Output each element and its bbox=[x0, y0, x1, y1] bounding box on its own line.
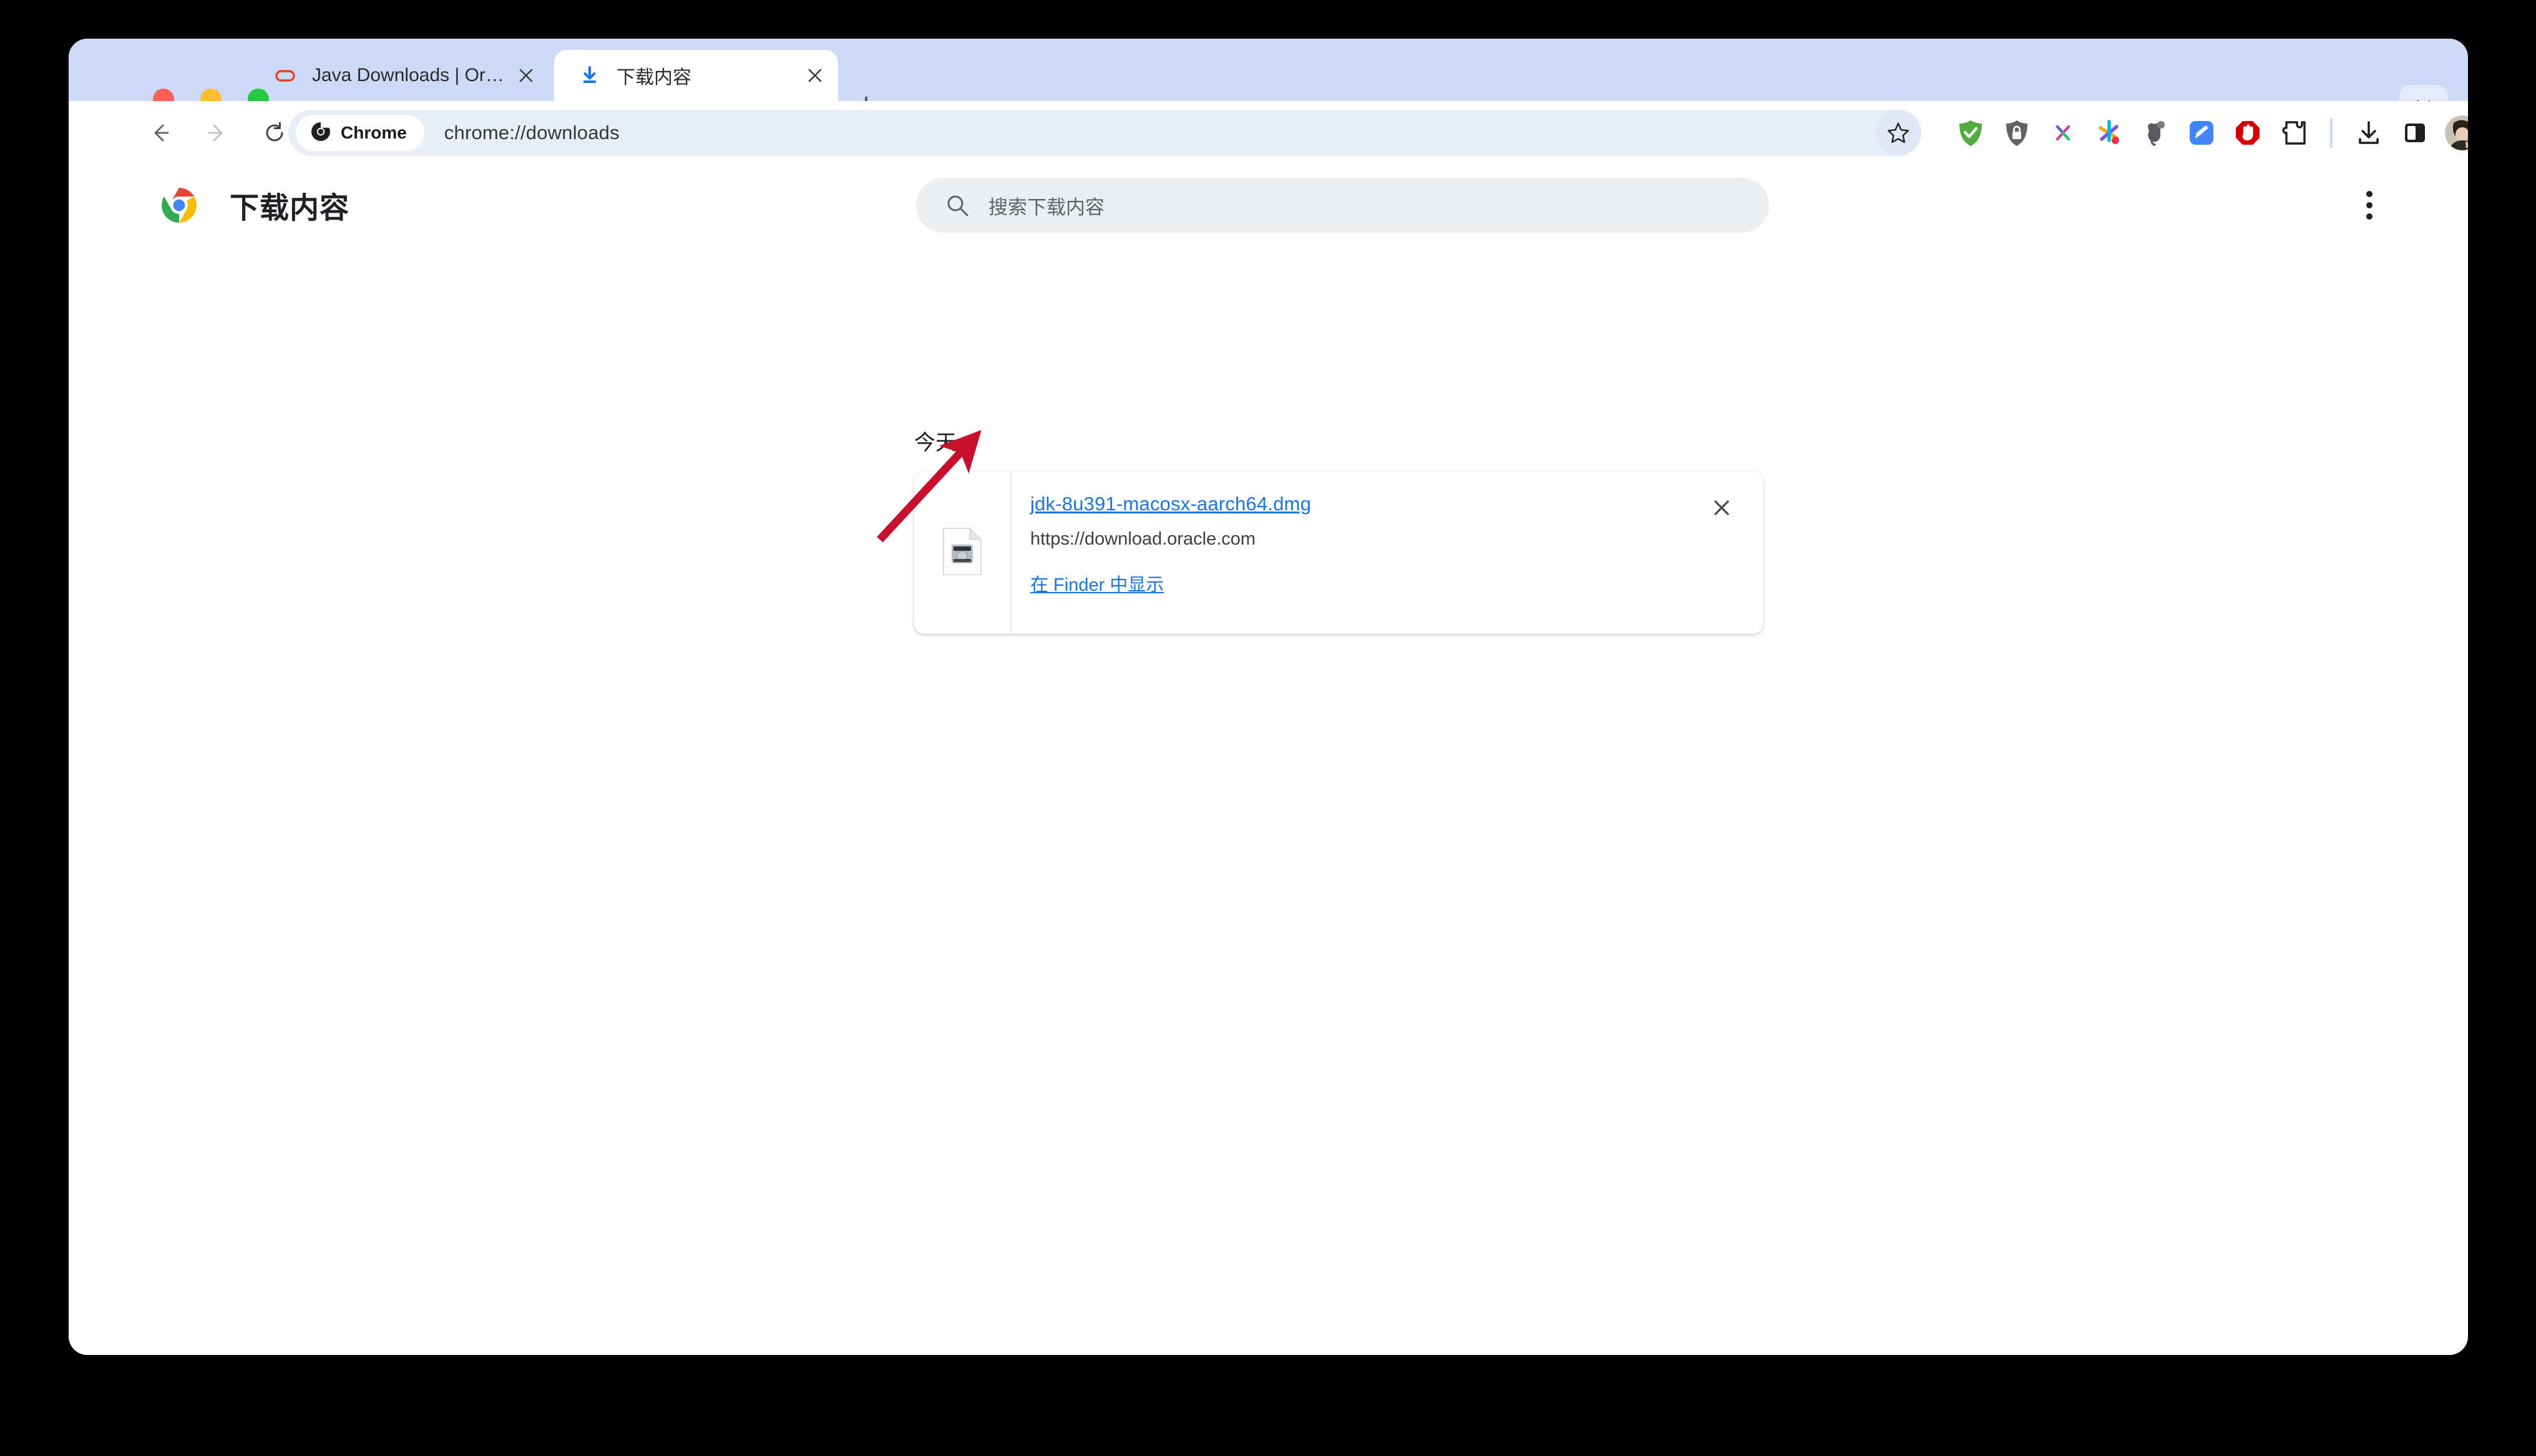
back-button[interactable] bbox=[136, 109, 183, 157]
back-arrow-icon bbox=[154, 124, 169, 142]
adblock-stop-hand-icon[interactable] bbox=[2231, 117, 2264, 149]
chrome-origin-chip[interactable]: Chrome bbox=[296, 115, 424, 151]
star-icon bbox=[1888, 122, 1909, 143]
privacy-lock-shield-icon[interactable] bbox=[2001, 117, 2033, 149]
search-placeholder: 搜索下载内容 bbox=[988, 196, 1105, 218]
oracle-favicon bbox=[273, 64, 297, 87]
remove-download-button[interactable] bbox=[1703, 489, 1740, 527]
download-item-details: jdk-8u391-macosx-aarch64.dmg https://dow… bbox=[1012, 472, 1763, 634]
downloads-more-menu-button[interactable] bbox=[2352, 187, 2387, 224]
tab-java-downloads-oracle[interactable]: Java Downloads | Oracle bbox=[250, 50, 549, 101]
tab-close-icon[interactable] bbox=[512, 61, 540, 90]
tab-strip: Java Downloads | Oracle 下载内容 bbox=[69, 39, 2468, 124]
forward-button[interactable] bbox=[193, 109, 241, 157]
x-letter-icon[interactable] bbox=[2047, 117, 2079, 149]
reload-icon bbox=[266, 122, 283, 142]
chrome-chip-label: Chrome bbox=[341, 123, 407, 142]
puzzle-extensions-icon[interactable] bbox=[2278, 117, 2310, 149]
asterisk-icon[interactable] bbox=[2093, 117, 2125, 149]
search-downloads-input[interactable]: 搜索下载内容 bbox=[916, 178, 1769, 233]
browser-toolbar: Chrome chrome://downloads bbox=[69, 101, 2468, 165]
download-source-url: https://download.oracle.com bbox=[1030, 529, 1256, 549]
address-bar[interactable]: Chrome chrome://downloads bbox=[288, 110, 1920, 156]
download-favicon bbox=[578, 64, 602, 87]
download-file-name-link[interactable]: jdk-8u391-macosx-aarch64.dmg bbox=[1030, 493, 1311, 515]
browser-window: Java Downloads | Oracle 下载内容 Chrome chro… bbox=[69, 39, 2468, 1355]
toolbar-divider bbox=[2330, 118, 2333, 148]
extension-icons bbox=[1954, 110, 2468, 156]
show-in-finder-link[interactable]: 在 Finder 中显示 bbox=[1030, 570, 1164, 596]
page-title: 下载内容 bbox=[230, 191, 349, 225]
chrome-logo-icon bbox=[161, 187, 197, 223]
download-file-icon-column bbox=[914, 472, 1012, 634]
bookmark-star-button[interactable] bbox=[1875, 110, 1921, 156]
tab-close-icon[interactable] bbox=[801, 61, 829, 90]
profile-avatar[interactable] bbox=[2445, 115, 2468, 150]
tab-title: 下载内容 bbox=[617, 67, 691, 88]
url-text: chrome://downloads bbox=[444, 122, 620, 143]
download-date-group-label: 今天 bbox=[914, 431, 957, 455]
downloads-icon[interactable] bbox=[2353, 117, 2385, 149]
search-icon bbox=[944, 192, 971, 219]
side-panel-icon[interactable] bbox=[2399, 117, 2431, 149]
downloads-header: 下载内容 搜索下载内容 bbox=[69, 165, 2468, 246]
dmg-disk-image-icon bbox=[942, 527, 982, 579]
downloads-page: 下载内容 搜索下载内容 今天 jdk-8u391-macosx-aarch64.… bbox=[69, 165, 2468, 1355]
download-item-card[interactable]: jdk-8u391-macosx-aarch64.dmg https://dow… bbox=[914, 472, 1763, 634]
tab-downloads[interactable]: 下载内容 bbox=[554, 50, 838, 101]
forward-arrow-icon bbox=[208, 124, 223, 142]
pencil-note-icon[interactable] bbox=[2185, 117, 2218, 149]
close-icon bbox=[1714, 500, 1729, 515]
adguard-shield-icon[interactable] bbox=[1954, 117, 1987, 149]
tab-title: Java Downloads | Oracle bbox=[312, 65, 512, 85]
evernote-elephant-icon[interactable] bbox=[2139, 117, 2172, 149]
chrome-logo-mono-icon bbox=[310, 120, 332, 146]
